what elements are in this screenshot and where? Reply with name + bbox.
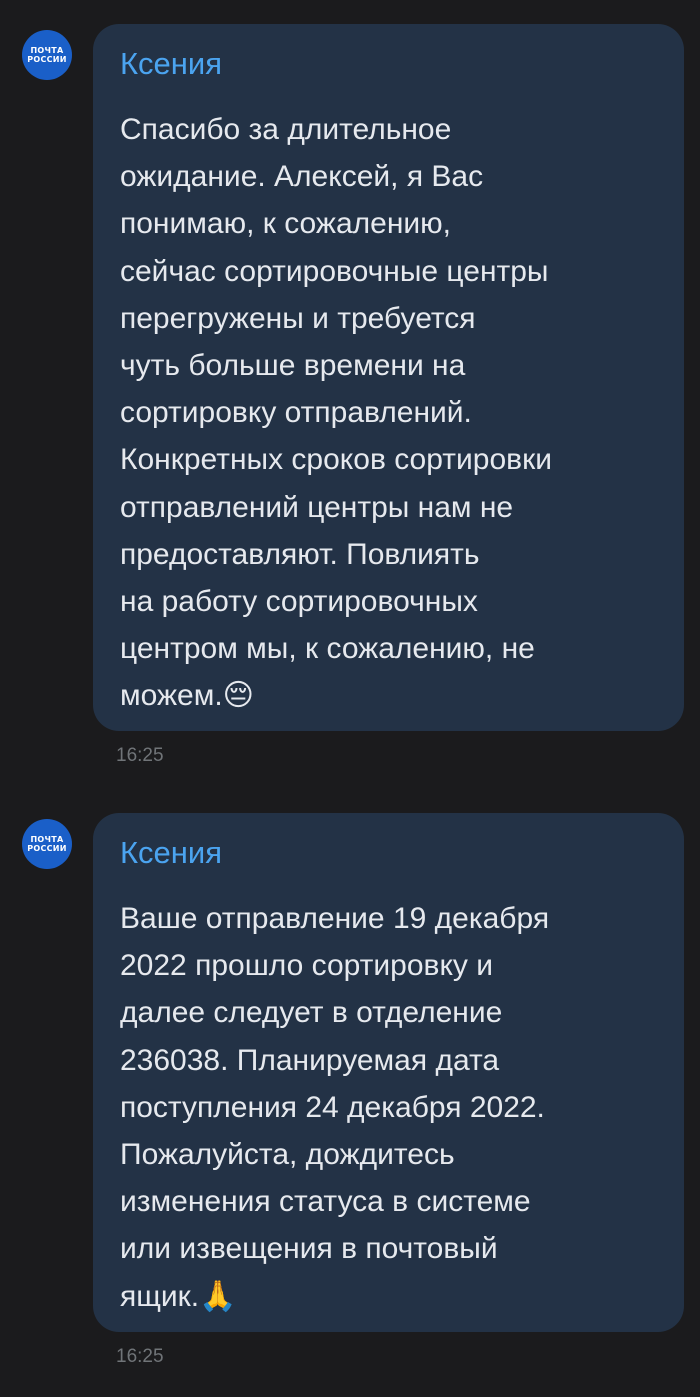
message-time: 16:25 bbox=[116, 745, 164, 766]
avatar-line: РОССИИ bbox=[27, 844, 67, 853]
message-text: Спасибо за длительное ожидание. Алексей,… bbox=[120, 113, 552, 713]
sender-avatar[interactable]: ПОЧТА РОССИИ bbox=[22, 30, 72, 80]
avatar-line: РОССИИ bbox=[27, 55, 67, 64]
avatar-line: ПОЧТА bbox=[30, 46, 64, 55]
sender-avatar[interactable]: ПОЧТА РОССИИ bbox=[22, 819, 72, 869]
message-time: 16:25 bbox=[116, 1346, 164, 1367]
sender-name[interactable]: Ксения bbox=[120, 46, 658, 82]
sender-name[interactable]: Ксения bbox=[120, 835, 658, 871]
message-bubble[interactable]: Ксения Спасибо за длительное ожидание. А… bbox=[93, 24, 684, 731]
avatar-line: ПОЧТА bbox=[30, 835, 64, 844]
message-text: Ваше отправление 19 декабря 2022 прошло … bbox=[120, 902, 550, 1313]
message-group: ПОЧТА РОССИИ Ксения Спасибо за длительно… bbox=[0, 24, 700, 774]
message-bubble[interactable]: Ксения Ваше отправление 19 декабря 2022 … bbox=[93, 813, 684, 1332]
message-group: ПОЧТА РОССИИ Ксения Ваше отправление 19 … bbox=[0, 813, 700, 1373]
chat-view: ПОЧТА РОССИИ Ксения Спасибо за длительно… bbox=[0, 0, 700, 1397]
